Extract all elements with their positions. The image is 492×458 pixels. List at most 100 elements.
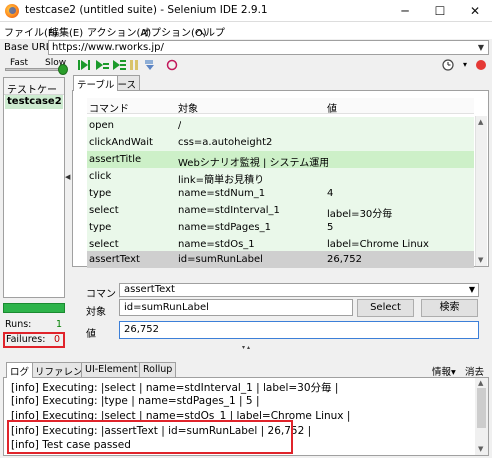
value-input[interactable]: 26,752 <box>119 321 479 339</box>
close-button[interactable]: ✕ <box>458 0 492 22</box>
record-icon[interactable] <box>474 59 488 71</box>
window-title: testcase2 (untitled suite) - Selenium ID… <box>25 4 268 16</box>
table-row[interactable]: type name=stdPages_1 5 <box>87 219 474 236</box>
table-row[interactable]: clickAndWait css=a.autoheight2 <box>87 134 474 151</box>
testcase-panel: テストケース testcase2 <box>3 77 65 298</box>
step-icon[interactable] <box>143 59 157 71</box>
speed-slider-thumb[interactable] <box>58 64 68 75</box>
rollup-icon[interactable] <box>165 59 179 71</box>
row-target: / <box>178 120 182 131</box>
clock-icon[interactable] <box>441 59 455 71</box>
select-button[interactable]: Select <box>357 299 414 317</box>
row-value: label=30分毎 <box>327 209 393 220</box>
log-level-dropdown[interactable]: 情報▾ <box>432 364 456 378</box>
minimize-button[interactable]: ─ <box>388 0 422 22</box>
speed-fast-label: Fast <box>10 58 29 68</box>
row-target: name=stdOs_1 <box>178 239 255 250</box>
horizontal-splitter[interactable]: ▾ ▴ <box>3 345 489 351</box>
table-row[interactable]: click link=簡単お見積り <box>87 168 474 186</box>
row-target: link=簡単お見積り <box>178 175 265 186</box>
table-row[interactable]: open / <box>87 117 474 134</box>
chevron-down-icon[interactable]: ▼ <box>469 284 475 296</box>
menu-bar: ファイル(F) 編集(E) アクション(A) オプション(O) ヘルプ <box>0 22 492 39</box>
row-command: type <box>89 222 112 233</box>
base-url-bar: Base URL https://www.rworks.jp/ ▼ <box>0 39 492 57</box>
scroll-down-icon[interactable]: ▼ <box>478 256 483 264</box>
runs-counter: Runs: 1 <box>3 318 65 332</box>
speed-slider-track[interactable] <box>5 68 65 71</box>
row-command: assertText <box>89 254 140 265</box>
menu-help[interactable]: ヘルプ <box>195 24 225 39</box>
log-highlight-box <box>7 420 293 454</box>
command-value: assertText <box>124 284 175 295</box>
base-url-label: Base URL <box>4 42 52 53</box>
chevron-down-icon[interactable]: ▼ <box>475 41 487 54</box>
collapse-left-icon[interactable]: ◀ <box>65 173 70 181</box>
row-command: open <box>89 120 114 131</box>
find-button[interactable]: 検索 <box>421 299 478 317</box>
scroll-up-icon[interactable]: ▲ <box>478 118 483 126</box>
testcase-header: テストケース <box>4 78 64 111</box>
runs-value: 1 <box>55 319 62 330</box>
play-current-icon[interactable] <box>95 59 109 71</box>
row-value: 5 <box>327 222 334 233</box>
firefox-logo-icon <box>5 4 19 18</box>
row-value: 4 <box>327 188 334 199</box>
target-input[interactable]: id=sumRunLabel <box>119 299 353 316</box>
tab-ui-element[interactable]: UI-Element <box>81 362 142 377</box>
failures-value: 0 <box>53 334 60 345</box>
failures-label: Failures: <box>6 334 46 345</box>
clear-log-button[interactable]: 消去 <box>465 364 484 378</box>
table-row[interactable]: assertTitle Webシナリオ監視 | システム運用監視、... <box>87 151 474 169</box>
value-value: 26,752 <box>124 324 159 335</box>
target-value: id=sumRunLabel <box>124 302 209 313</box>
row-target: css=a.autoheight2 <box>178 137 273 148</box>
play-all-icon[interactable] <box>78 59 92 71</box>
column-target[interactable]: 対象 <box>178 100 198 115</box>
tab-table[interactable]: テーブル <box>73 75 119 91</box>
row-target: Webシナリオ監視 | システム運用監視、... <box>178 158 328 169</box>
target-label: 対象 <box>86 307 106 318</box>
row-target: name=stdNum_1 <box>178 188 266 199</box>
row-target: id=sumRunLabel <box>178 254 263 265</box>
progress-bar <box>3 303 65 313</box>
scroll-up-icon[interactable]: ▲ <box>478 379 483 387</box>
table-row-selected[interactable]: assertText id=sumRunLabel 26,752 <box>87 251 474 268</box>
row-command: select <box>89 239 119 250</box>
table-header: コマンド 対象 値 <box>87 98 474 115</box>
log-line: [info] Executing: |select | name=stdInte… <box>11 382 339 394</box>
value-label: 値 <box>86 329 96 340</box>
testcase-item[interactable]: testcase2 <box>5 95 63 109</box>
row-command: type <box>89 188 112 199</box>
table-scrollbar[interactable]: ▲ ▼ <box>475 116 487 266</box>
row-command: assertTitle <box>89 154 142 165</box>
menu-edit[interactable]: 編集(E) <box>49 24 83 39</box>
runs-label: Runs: <box>5 319 32 330</box>
row-command: select <box>89 205 119 216</box>
tab-rollup[interactable]: Rollup <box>139 362 177 377</box>
log-line: [info] Executing: |type | name=stdPages_… <box>11 395 260 407</box>
column-command[interactable]: コマンド <box>89 100 129 115</box>
pause-icon[interactable] <box>127 59 141 71</box>
table-row[interactable]: type name=stdNum_1 4 <box>87 185 474 202</box>
table-row[interactable]: select name=stdInterval_1 label=30分毎 <box>87 202 474 220</box>
command-select[interactable]: assertText ▼ <box>119 283 479 297</box>
play-test-icon[interactable] <box>112 59 126 71</box>
tab-log[interactable]: ログ <box>6 362 34 378</box>
maximize-button[interactable]: ☐ <box>423 0 457 22</box>
panel-splitter[interactable]: ◀ <box>65 77 70 345</box>
command-table: コマンド 対象 値 open / clickAndWait css=a.auto… <box>72 90 489 268</box>
title-bar: testcase2 (untitled suite) - Selenium ID… <box>0 0 492 22</box>
column-value[interactable]: 値 <box>327 100 337 115</box>
row-target: name=stdInterval_1 <box>178 205 280 216</box>
row-command: click <box>89 171 112 182</box>
scroll-down-icon[interactable]: ▼ <box>478 445 483 453</box>
log-scrollbar[interactable]: ▲ ▼ <box>475 378 488 455</box>
base-url-input[interactable]: https://www.rworks.jp/ ▼ <box>48 40 489 55</box>
row-target: name=stdPages_1 <box>178 222 271 233</box>
base-url-value: https://www.rworks.jp/ <box>52 42 164 53</box>
row-value: 26,752 <box>327 254 362 265</box>
scroll-thumb[interactable] <box>477 388 486 428</box>
row-command: clickAndWait <box>89 137 153 148</box>
chevron-down-icon[interactable]: ▾ <box>458 59 472 71</box>
